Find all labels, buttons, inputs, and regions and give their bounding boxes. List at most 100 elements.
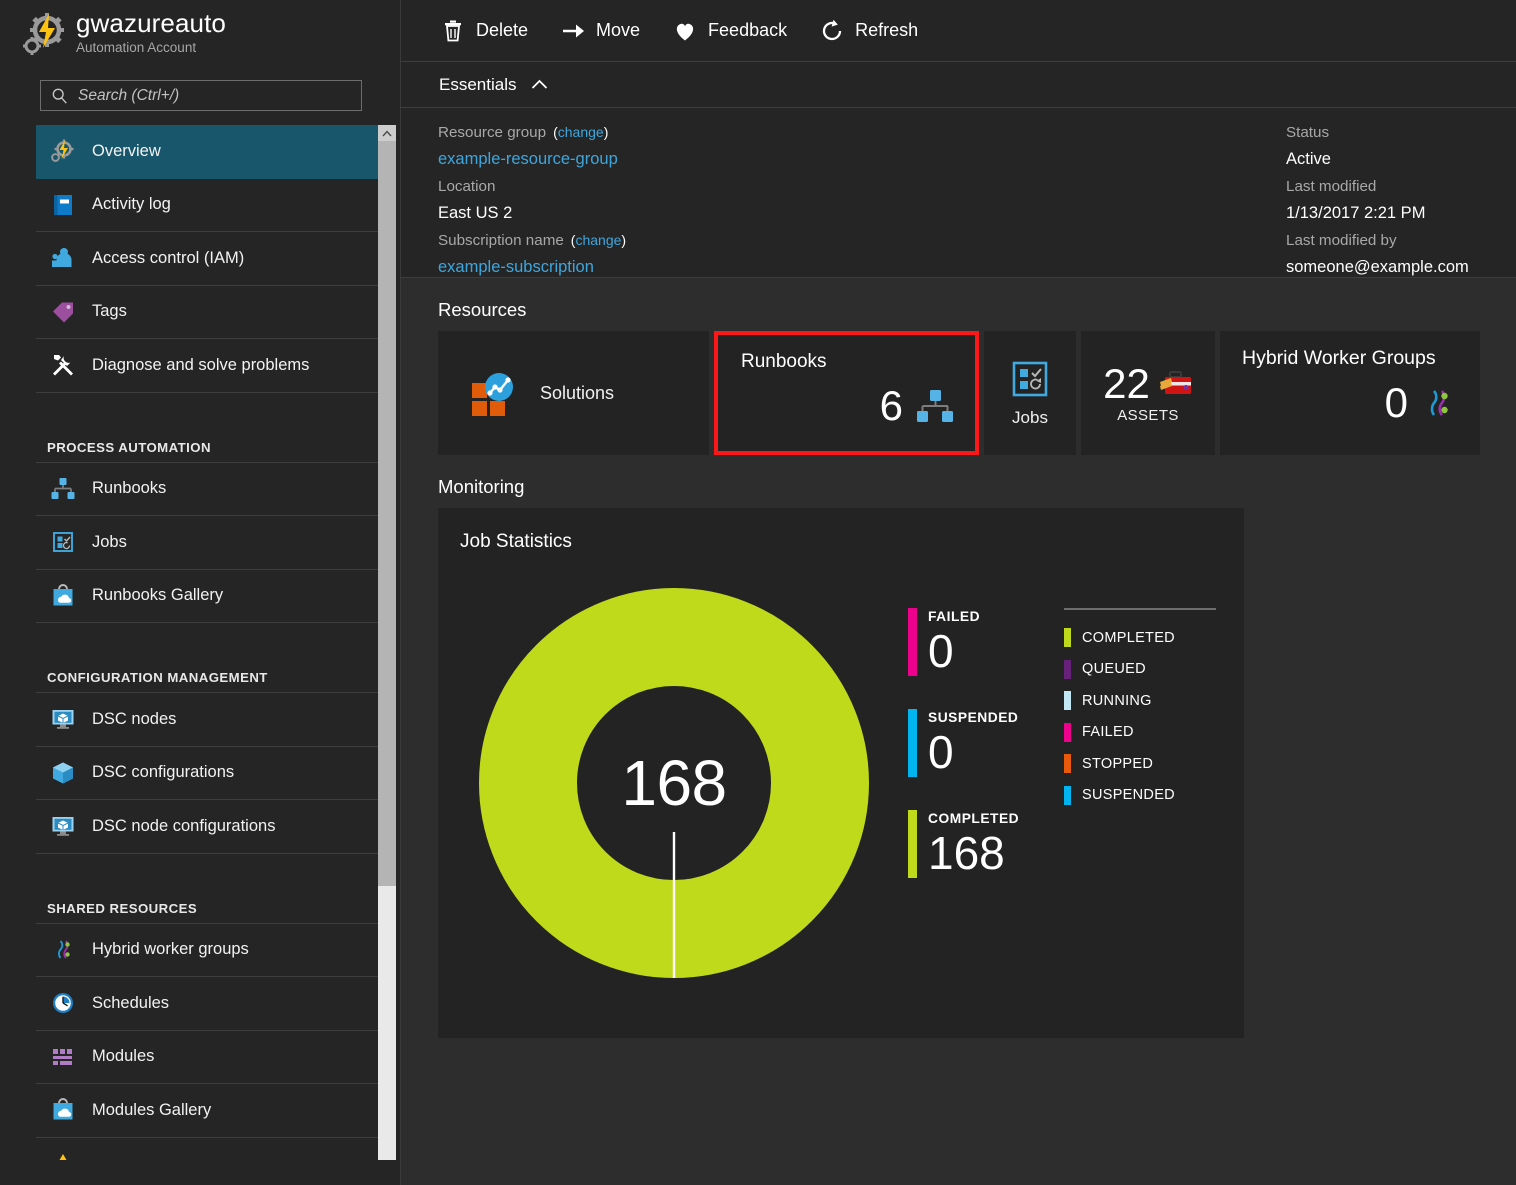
tile-solutions-label: Solutions xyxy=(540,383,614,404)
delete-button[interactable]: Delete xyxy=(441,19,528,43)
sidebar-item-tags[interactable]: Tags xyxy=(36,286,396,340)
essentials-panel: Resource group(change)example-resource-g… xyxy=(401,108,1516,278)
refresh-button[interactable]: Refresh xyxy=(820,19,918,43)
sidebar-item-schedules[interactable]: Schedules xyxy=(36,977,396,1031)
gallery-icon xyxy=(50,583,76,609)
sidebar-item-dsc-configurations[interactable]: DSC configurations xyxy=(36,747,396,801)
tile-jobs-label: Jobs xyxy=(1012,408,1048,428)
legend-swatch xyxy=(1064,628,1071,647)
job-statistics-donut-chart: 168 xyxy=(479,588,869,978)
search-icon xyxy=(51,87,69,105)
change-link[interactable]: change xyxy=(558,124,604,140)
sidebar-item-label: DSC nodes xyxy=(92,710,176,729)
page-title: gwazureauto xyxy=(76,8,226,38)
change-link[interactable]: change xyxy=(575,232,621,248)
tile-assets[interactable]: 22 ASSETS xyxy=(1081,331,1215,455)
legend-label: QUEUED xyxy=(1082,661,1146,677)
assets-briefcase-icon xyxy=(1159,369,1193,399)
job-statistics-stat-blocks: FAILED0SUSPENDED0COMPLETED168 xyxy=(908,608,1058,911)
stat-name: FAILED xyxy=(928,608,980,626)
automation-account-icon xyxy=(50,138,76,164)
tile-hybrid-worker-groups[interactable]: Hybrid Worker Groups 0 xyxy=(1220,331,1480,455)
essentials-key: Subscription name(change) xyxy=(438,227,626,254)
sidebar-item-modules-gallery[interactable]: Modules Gallery xyxy=(36,1084,396,1138)
essentials-toggle[interactable]: Essentials xyxy=(401,62,1516,108)
hybrid-worker-icon xyxy=(1418,383,1458,423)
sidebar-item-runbooks[interactable]: Runbooks xyxy=(36,463,396,517)
legend-item[interactable]: STOPPED xyxy=(1064,748,1239,780)
legend-label: COMPLETED xyxy=(1082,630,1175,646)
tile-solutions[interactable]: Solutions xyxy=(438,331,709,455)
legend-item[interactable]: COMPLETED xyxy=(1064,622,1239,654)
essentials-key-text: Location xyxy=(438,178,495,195)
sidebar-item-modules[interactable]: Modules xyxy=(36,1031,396,1085)
search-input[interactable] xyxy=(69,87,361,105)
essentials-value: East US 2 xyxy=(438,200,626,227)
sidebar-item-dsc-nodes[interactable]: DSC nodes xyxy=(36,693,396,747)
tile-hwg-title: Hybrid Worker Groups xyxy=(1242,347,1458,370)
sidebar-item-activity-log[interactable]: Activity log xyxy=(36,179,396,233)
runbooks-icon xyxy=(915,388,955,424)
stat-block: COMPLETED168 xyxy=(908,810,1058,878)
sidebar-item-hybrid-worker-groups[interactable]: Hybrid worker groups xyxy=(36,924,396,978)
sidebar-item-label: DSC node configurations xyxy=(92,817,275,836)
resources-section-title: Resources xyxy=(401,278,1516,331)
scrollbar-thumb[interactable] xyxy=(378,141,396,886)
stat-name: COMPLETED xyxy=(928,810,1019,828)
monitoring-section-title: Monitoring xyxy=(401,455,1516,508)
sidebar-item-jobs[interactable]: Jobs xyxy=(36,516,396,570)
legend-label: FAILED xyxy=(1082,724,1134,740)
trash-icon xyxy=(441,19,465,43)
sidebar-group-label: CONFIGURATION MANAGEMENT xyxy=(47,670,268,685)
feedback-button[interactable]: Feedback xyxy=(673,19,787,43)
legend-rows: COMPLETED QUEUED RUNNING FAILED STOPPED SUSPE… xyxy=(1064,622,1239,811)
essentials-value[interactable]: example-subscription xyxy=(438,254,626,281)
essentials-key: Last modified by xyxy=(1286,227,1469,254)
sidebar-item-label: Runbooks xyxy=(92,479,166,498)
sidebar-group-header: PROCESS AUTOMATION xyxy=(36,393,396,463)
sidebar-item-access-control-iam[interactable]: Access control (IAM) xyxy=(36,232,396,286)
command-bar: Delete Move Feedback Refresh xyxy=(401,0,1516,62)
job-statistics-panel[interactable]: Job Statistics 168 FAILED0SUSPENDED0COMP… xyxy=(438,508,1244,1038)
hybrid-worker-icon xyxy=(50,937,76,963)
legend-label: SUSPENDED xyxy=(1082,787,1175,803)
tile-hwg-value-row: 0 xyxy=(1242,382,1458,424)
clock-icon xyxy=(50,990,76,1016)
dsc-node-icon xyxy=(50,813,76,839)
legend-item[interactable]: RUNNING xyxy=(1064,685,1239,717)
sidebar-item-runbooks-gallery[interactable]: Runbooks Gallery xyxy=(36,570,396,624)
essentials-key: Location xyxy=(438,173,626,200)
search-box[interactable] xyxy=(40,80,362,111)
stat-block: FAILED0 xyxy=(908,608,1058,676)
legend-item[interactable]: SUSPENDED xyxy=(1064,780,1239,812)
tile-runbooks-count: 6 xyxy=(880,385,903,427)
sidebar-nav-list: OverviewActivity log Access control (IAM)… xyxy=(36,125,396,1160)
legend-item[interactable]: QUEUED xyxy=(1064,654,1239,686)
sidebar-item-label: Access control (IAM) xyxy=(92,249,244,268)
sidebar-item-dsc-node-configurations[interactable]: DSC node configurations xyxy=(36,800,396,854)
essentials-key-text: Subscription name xyxy=(438,232,564,249)
essentials-value[interactable]: example-resource-group xyxy=(438,146,626,173)
essentials-label: Essentials xyxy=(439,75,516,95)
sidebar-item-label: Runbooks Gallery xyxy=(92,586,223,605)
legend-swatch xyxy=(1064,691,1071,710)
tile-runbooks[interactable]: Runbooks 6 xyxy=(714,331,979,455)
tile-jobs[interactable]: Jobs xyxy=(984,331,1076,455)
move-button-label: Move xyxy=(596,20,640,41)
tile-runbooks-value-row: 6 xyxy=(741,385,955,427)
sidebar-item-label: Diagnose and solve problems xyxy=(92,356,309,375)
sidebar-item-label: DSC configurations xyxy=(92,763,234,782)
delete-button-label: Delete xyxy=(476,20,528,41)
sidebar-item-overview[interactable]: Overview xyxy=(36,125,396,179)
essentials-value: Active xyxy=(1286,146,1469,173)
dsc-node-icon xyxy=(50,706,76,732)
scrollbar-up-arrow[interactable] xyxy=(378,125,396,141)
sidebar-scrollbar[interactable] xyxy=(378,125,396,1160)
gallery-icon xyxy=(50,1097,76,1123)
overview-content: Resources Solutions xyxy=(401,278,1516,1185)
legend-item[interactable]: FAILED xyxy=(1064,717,1239,749)
move-button[interactable]: Move xyxy=(561,19,640,43)
sidebar-item-diagnose-and-solve-problems[interactable]: Diagnose and solve problems xyxy=(36,339,396,393)
sidebar-item-partially-visible[interactable] xyxy=(36,1138,396,1161)
job-statistics-title: Job Statistics xyxy=(438,508,1244,553)
